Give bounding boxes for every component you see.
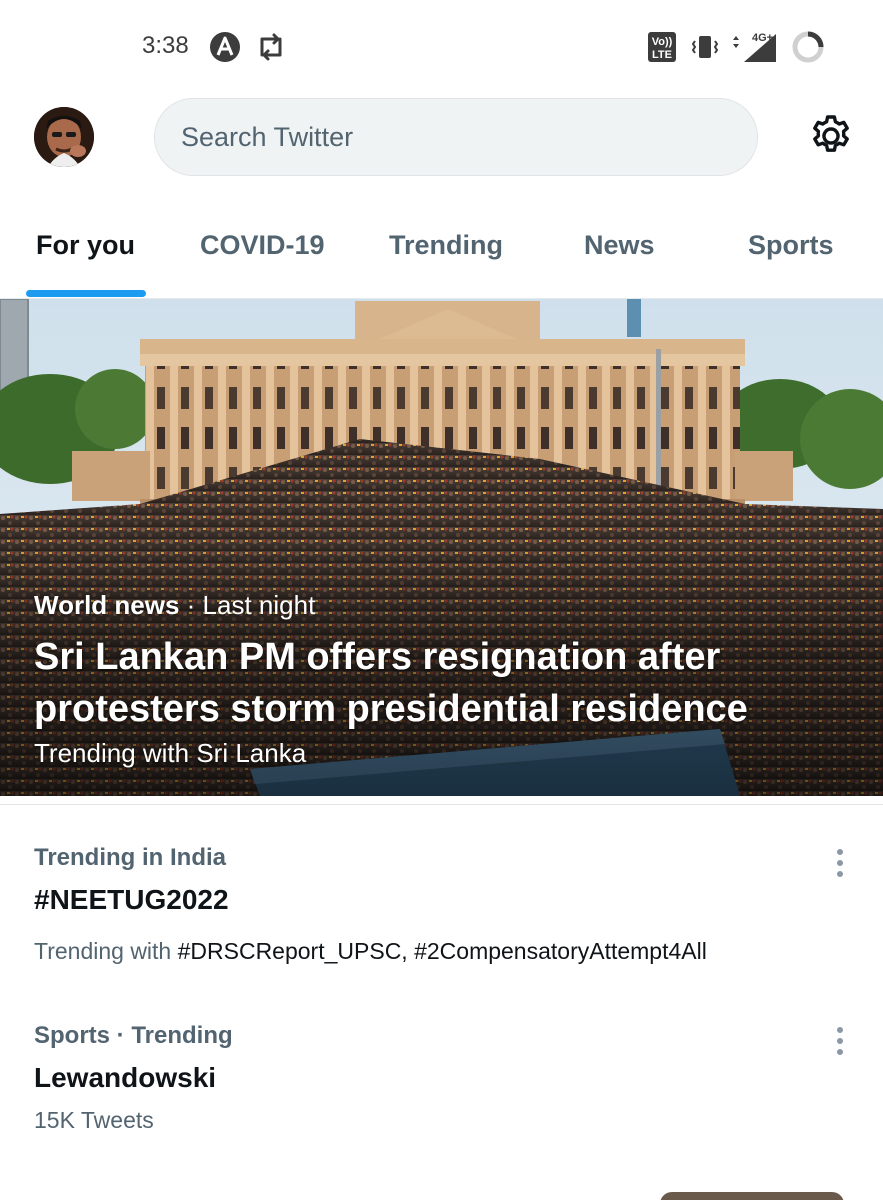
trend-related-tags[interactable]: #DRSCReport_UPSC, #2CompensatoryAttempt4… [178,938,707,964]
hero-meta: World news · Last night [34,590,315,621]
a-icon [208,30,242,64]
status-time: 3:38 [142,32,189,59]
trend-context: Sports · Trending [34,1022,233,1049]
tab-covid-19[interactable]: COVID-19 [200,230,325,261]
next-card-image-peek [660,1192,844,1200]
volte-icon: Vo)) LTE [648,30,676,64]
hero-headline[interactable]: Sri Lankan PM offers resignation after p… [34,631,854,735]
status-bar: 3:38 Vo)) LTE 4G+ [0,0,883,96]
trend-context: Trending in India [34,844,226,871]
trend-name: Lewandowski [34,1062,217,1093]
search-box[interactable] [154,98,758,176]
tab-trending[interactable]: Trending [389,230,503,261]
hero-subtitle: Trending with Sri Lanka [34,738,307,768]
battery-icon [790,30,826,64]
hero-separator: · [179,590,203,620]
gear-icon [813,115,849,152]
hero-time: Last night [202,590,316,620]
more-vertical-icon [837,1027,843,1055]
more-options-button[interactable] [826,1024,854,1058]
hero-category: World news [34,590,180,620]
trend-tweet-count: 15K Tweets [34,1107,154,1133]
search-input[interactable] [181,121,757,153]
profile-avatar[interactable] [34,107,94,167]
tab-sports[interactable]: Sports [748,230,834,261]
section-divider [0,804,883,805]
explore-tabs: For you COVID-19 Trending News Sports [0,210,883,300]
tab-for-you[interactable]: For you [36,230,135,261]
featured-story-card[interactable]: World news · Last night Sri Lankan PM of… [0,299,883,796]
settings-button[interactable] [805,110,857,162]
retweet-icon [253,30,289,64]
active-tab-indicator [26,290,146,297]
trend-item[interactable]: Trending in India #NEETUG2022 Trending w… [0,830,883,990]
trend-meta: Trending with #DRSCReport_UPSC, #2Compen… [34,938,707,965]
volte-label-top: Vo)) [652,36,673,48]
trend-name: #NEETUG2022 [34,884,229,915]
trend-meta-prefix: Trending with [34,938,178,964]
more-vertical-icon [837,849,843,877]
tab-news[interactable]: News [584,230,655,261]
trend-item[interactable]: Sports · Trending Lewandowski 15K Tweets [0,1008,883,1148]
vibrate-icon [690,30,720,64]
signal-4g-icon: 4G+ [730,30,778,64]
volte-label-bottom: LTE [652,49,672,61]
more-options-button[interactable] [826,846,854,880]
